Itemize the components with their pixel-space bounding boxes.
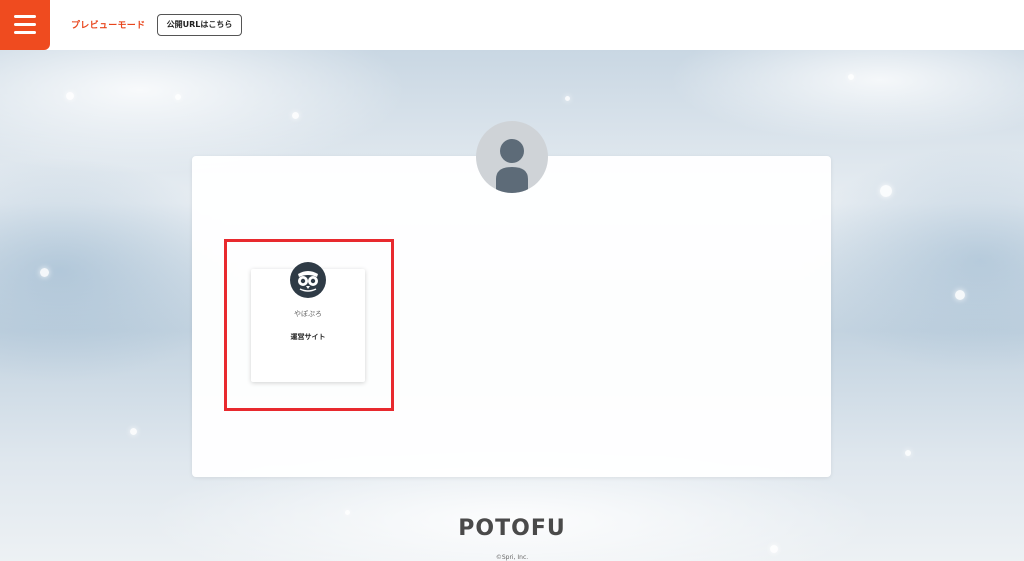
menu-button[interactable] — [0, 0, 50, 50]
snow-particle — [848, 74, 854, 80]
snow-particle — [66, 92, 74, 100]
preview-mode-label: プレビューモード — [71, 21, 146, 31]
snow-particle — [345, 510, 350, 515]
card-description: 運営サイト — [290, 333, 326, 341]
snow-particle — [175, 94, 181, 100]
snow-particle — [565, 96, 570, 101]
public-url-button[interactable]: 公開URLはこちら — [157, 14, 242, 36]
hamburger-icon — [14, 15, 36, 18]
snow-particle — [40, 268, 49, 277]
hamburger-icon-line — [14, 31, 36, 34]
snow-particle — [955, 290, 965, 300]
top-bar: プレビューモード 公開URLはこちら — [0, 0, 1024, 50]
potofu-logo: POTOFU — [458, 516, 566, 541]
snow-particle — [292, 112, 299, 119]
owl-icon — [290, 262, 326, 298]
user-silhouette-icon — [476, 121, 548, 193]
snow-particle — [905, 450, 911, 456]
snow-particle — [770, 545, 778, 553]
hamburger-icon-line — [14, 23, 36, 26]
copyright-text: ©Spri, Inc. — [495, 554, 529, 561]
snow-particle — [130, 428, 137, 435]
card-name: やぽぷろ — [293, 310, 323, 318]
snow-particle — [880, 185, 892, 197]
